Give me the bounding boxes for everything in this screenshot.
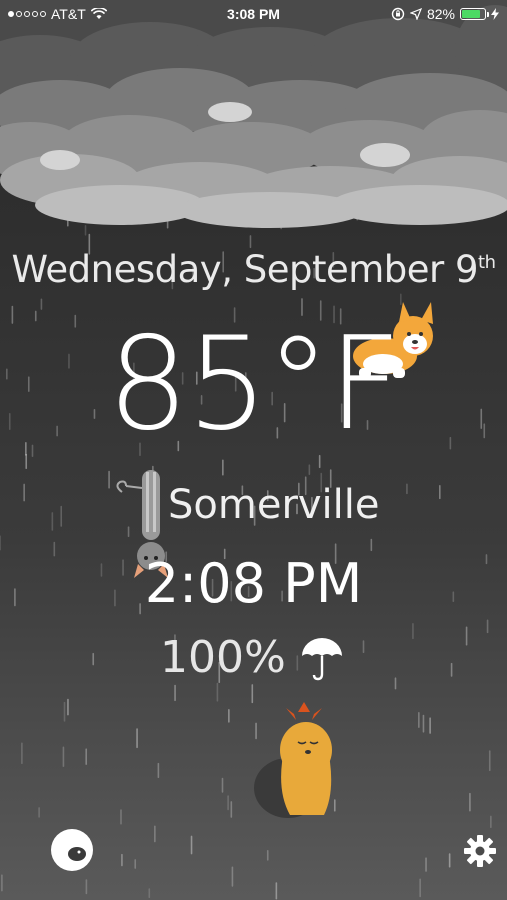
wifi-icon [90,8,107,19]
date-ordinal-suffix: th [478,252,496,273]
signal-strength-indicator [8,11,46,17]
status-time: 3:08 PM [227,6,280,22]
date-text: Wednesday, September 9 [11,248,479,291]
yorkie-illustration [254,702,332,818]
battery-icon [460,8,489,20]
charging-bolt-icon [491,8,499,20]
date-label: Wednesday, September 9th [0,248,507,291]
status-bar: AT&T 3:08 PM 82% [0,0,507,28]
app-logo-icon[interactable] [50,828,94,872]
carrier-label: AT&T [51,6,86,22]
precipitation-readout: 100% [160,632,346,683]
storm-clouds [0,0,507,228]
status-right: 82% [391,6,499,22]
gear-icon[interactable] [463,834,497,868]
location-arrow-icon [409,8,422,20]
precipitation-value: 100% [160,632,286,683]
status-left: AT&T [8,6,107,22]
rotation-lock-icon [391,7,405,21]
battery-percent: 82% [426,6,455,22]
temperature-readout: 85°F [107,310,402,459]
city-label: Somerville [168,482,380,528]
umbrella-icon [301,637,342,680]
local-time-label: 2:08 PM [144,552,363,615]
